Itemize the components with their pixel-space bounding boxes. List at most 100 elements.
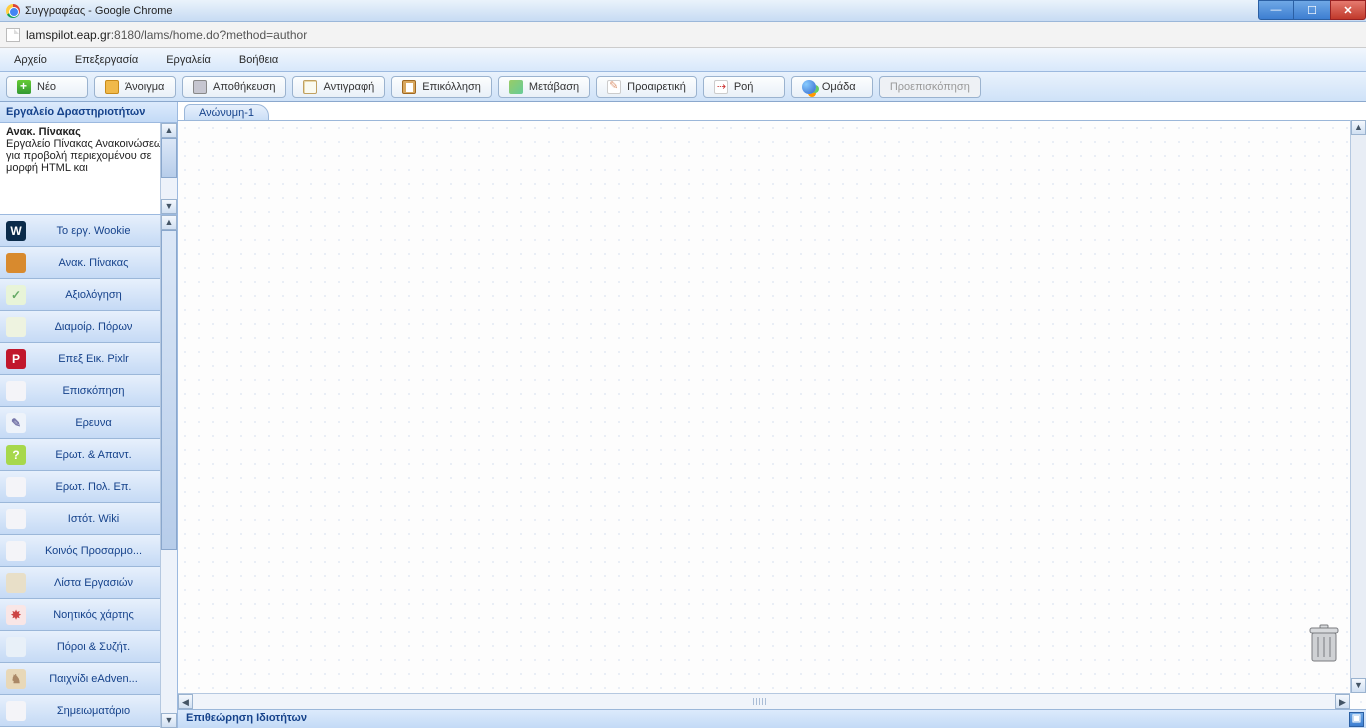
activity-tool-label: Επισκόπηση — [32, 385, 161, 397]
sidebar: Εργαλείο Δραστηριοτήτων Ανακ. Πίνακας Ερ… — [0, 102, 178, 728]
open-button[interactable]: Άνοιγμα — [94, 76, 176, 98]
body-area: Εργαλείο Δραστηριοτήτων Ανακ. Πίνακας Ερ… — [0, 102, 1366, 728]
address-bar[interactable]: lamspilot.eap.gr:8180/lams/home.do?metho… — [0, 22, 1366, 48]
activity-tool-label: Διαμοίρ. Πόρων — [32, 321, 161, 333]
window-buttons: — ☐ ✕ — [1258, 0, 1366, 20]
optional-icon — [607, 80, 621, 94]
scroll-left-icon[interactable]: ◀ — [178, 694, 193, 709]
flow-icon — [714, 80, 728, 94]
activity-tool-item[interactable]: PΕπεξ Εικ. Pixlr — [0, 343, 161, 375]
menu-bar: Αρχείο Επεξεργασία Εργαλεία Βοήθεια — [0, 48, 1366, 72]
scroll-down-icon[interactable]: ▼ — [1351, 678, 1366, 693]
menu-file[interactable]: Αρχείο — [14, 54, 47, 66]
activity-tool-item[interactable]: ✎ Ερευνα — [0, 407, 161, 439]
activity-tool-label: Το εργ. Wookie — [32, 225, 161, 237]
activity-tool-icon: ✸ — [6, 605, 26, 625]
activity-tool-item[interactable]: Διαμοίρ. Πόρων — [0, 311, 161, 343]
sidebar-header: Εργαλείο Δραστηριοτήτων — [0, 102, 177, 123]
menu-edit[interactable]: Επεξεργασία — [75, 54, 138, 66]
activity-tool-item[interactable]: Ανακ. Πίνακας — [0, 247, 161, 279]
preview-button[interactable]: Προεπισκόπηση — [879, 76, 981, 98]
activity-tool-item[interactable]: Πόροι & Συζήτ. — [0, 631, 161, 663]
scroll-track[interactable] — [161, 230, 177, 713]
menu-tools[interactable]: Εργαλεία — [166, 54, 211, 66]
window-titlebar: Συγγραφέας - Google Chrome — ☐ ✕ — [0, 0, 1366, 22]
scroll-track[interactable] — [193, 694, 1335, 709]
activity-tool-icon — [6, 381, 26, 401]
activity-tool-label: Πόροι & Συζήτ. — [32, 641, 161, 653]
activity-tool-label: Ερευνα — [32, 417, 161, 429]
activity-tool-item[interactable]: ✓Αξιολόγηση — [0, 279, 161, 311]
activity-tool-icon — [6, 317, 26, 337]
activity-tool-icon: ✎ — [6, 413, 26, 433]
paste-icon — [402, 80, 416, 94]
activity-tool-item[interactable]: WΤο εργ. Wookie — [0, 215, 161, 247]
transition-button[interactable]: Μετάβαση — [498, 76, 590, 98]
window-title: Συγγραφέας - Google Chrome — [25, 5, 173, 17]
scroll-up-icon[interactable]: ▲ — [161, 215, 177, 230]
activity-tool-item[interactable]: ? Ερωτ. & Απαντ. — [0, 439, 161, 471]
canvas-area: Ανώνυμη-1 ▲ ▼ ◀ ▶ — [178, 102, 1366, 728]
trash-icon[interactable] — [1306, 623, 1342, 665]
minimize-button[interactable]: — — [1258, 0, 1294, 20]
activity-tool-label: Ερωτ. & Απαντ. — [32, 449, 161, 461]
property-inspector-header[interactable]: Επιθεώρηση Ιδιοτήτων ▣ — [178, 709, 1366, 728]
activity-tool-label: Παιχνίδι eAdven... — [32, 673, 161, 685]
canvas-v-scrollbar[interactable]: ▲ ▼ — [1350, 120, 1366, 693]
activity-tool-label: Νοητικός χάρτης — [32, 609, 161, 621]
scroll-thumb[interactable] — [161, 230, 177, 550]
menu-help[interactable]: Βοήθεια — [239, 54, 278, 66]
inspector-title: Επιθεώρηση Ιδιοτήτων — [186, 712, 307, 724]
maximize-button[interactable]: ☐ — [1294, 0, 1330, 20]
desc-scrollbar[interactable]: ▲ ▼ — [160, 123, 177, 214]
activity-tool-item[interactable]: Ερωτ. Πολ. Επ. — [0, 471, 161, 503]
close-button[interactable]: ✕ — [1330, 0, 1366, 20]
activity-tool-icon — [6, 637, 26, 657]
activity-tool-item[interactable]: Σημειωματάριο — [0, 695, 161, 727]
optional-button[interactable]: Προαιρετική — [596, 76, 697, 98]
sidebar-desc-title: Ανακ. Πίνακας — [6, 126, 171, 138]
scroll-up-icon[interactable]: ▲ — [161, 123, 177, 138]
url-text: lamspilot.eap.gr:8180/lams/home.do?metho… — [26, 28, 307, 42]
activity-tool-item[interactable]: Κοινός Προσαρμο... — [0, 535, 161, 567]
new-button[interactable]: Νέο — [6, 76, 88, 98]
activity-tool-icon — [6, 477, 26, 497]
save-button[interactable]: Αποθήκευση — [182, 76, 286, 98]
activity-tool-label: Ερωτ. Πολ. Επ. — [32, 481, 161, 493]
inspector-toggle-icon[interactable]: ▣ — [1349, 712, 1364, 727]
authoring-canvas[interactable] — [178, 120, 1366, 709]
toolbar: Νέο Άνοιγμα Αποθήκευση Αντιγραφή Επικόλλ… — [0, 72, 1366, 102]
scroll-up-icon[interactable]: ▲ — [1351, 120, 1366, 135]
paste-button[interactable]: Επικόλληση — [391, 76, 492, 98]
activity-tool-icon: ♞ — [6, 669, 26, 689]
activity-tool-icon — [6, 541, 26, 561]
activity-tool-item[interactable]: ✸ Νοητικός χάρτης — [0, 599, 161, 631]
activity-tool-label: Λίστα Εργασιών — [32, 577, 161, 589]
activity-tool-item[interactable]: Ιστότ. Wiki — [0, 503, 161, 535]
sidebar-desc-body: Εργαλείο Πίνακας Ανακοινώσεων για προβολ… — [6, 138, 171, 174]
activity-tool-icon: ? — [6, 445, 26, 465]
open-icon — [105, 80, 119, 94]
copy-button[interactable]: Αντιγραφή — [292, 76, 385, 98]
list-scrollbar[interactable]: ▲ ▼ — [160, 215, 177, 728]
scroll-thumb[interactable] — [161, 138, 177, 178]
scroll-track[interactable] — [161, 178, 177, 199]
activity-tool-item[interactable]: Επισκόπηση — [0, 375, 161, 407]
flow-button[interactable]: Ροή — [703, 76, 785, 98]
scroll-down-icon[interactable]: ▼ — [161, 713, 177, 728]
activity-tool-item[interactable]: Λίστα Εργασιών — [0, 567, 161, 599]
scroll-thumb[interactable] — [193, 694, 1335, 709]
activity-tool-icon — [6, 573, 26, 593]
sidebar-description-panel: Ανακ. Πίνακας Εργαλείο Πίνακας Ανακοινώσ… — [0, 123, 177, 215]
activity-tool-label: Αξιολόγηση — [32, 289, 161, 301]
scroll-track[interactable] — [1351, 135, 1366, 678]
activity-tool-item[interactable]: ♞ Παιχνίδι eAdven... — [0, 663, 161, 695]
activity-tool-label: Ιστότ. Wiki — [32, 513, 161, 525]
scroll-down-icon[interactable]: ▼ — [161, 199, 177, 214]
group-button[interactable]: Ομάδα — [791, 76, 873, 98]
canvas-h-scrollbar[interactable]: ◀ ▶ — [178, 693, 1350, 709]
group-icon — [802, 80, 816, 94]
activity-tool-icon — [6, 509, 26, 529]
scroll-right-icon[interactable]: ▶ — [1335, 694, 1350, 709]
activity-tool-list: WΤο εργ. WookieΑνακ. Πίνακας✓Αξιολόγηση Δ… — [0, 215, 177, 728]
